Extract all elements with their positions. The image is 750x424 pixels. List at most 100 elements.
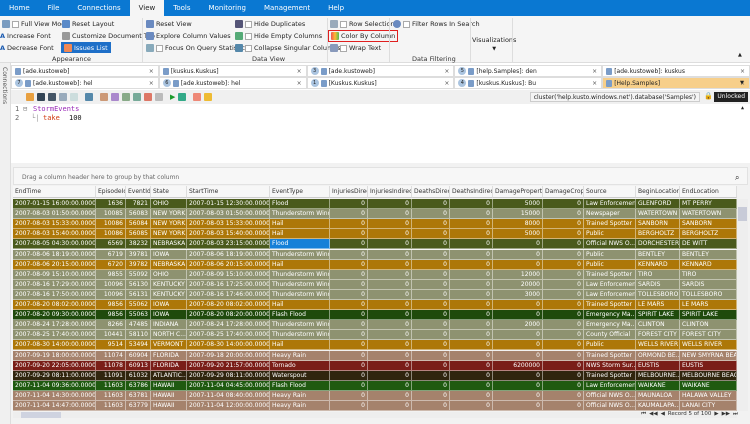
table-cell[interactable]: 0 xyxy=(450,300,493,310)
table-cell[interactable]: 0 xyxy=(412,360,450,371)
table-cell[interactable]: Trained Spotter xyxy=(584,370,636,381)
table-cell[interactable]: 56084 xyxy=(126,219,151,230)
table-cell[interactable]: 2007-08-20 08:02:00.0000000 xyxy=(13,300,96,310)
table-cell[interactable]: WAIKANE xyxy=(680,380,737,391)
table-cell[interactable]: 2007-08-16 17:29:00.0000000 xyxy=(13,279,96,290)
reset-view-button[interactable]: Reset View xyxy=(146,19,192,29)
table-cell[interactable]: DORCHESTER xyxy=(636,239,680,250)
copy-icon[interactable] xyxy=(155,93,163,101)
table-cell[interactable]: Trained Spotter xyxy=(584,219,636,230)
table-cell[interactable]: 0 xyxy=(330,320,368,331)
table-cell[interactable]: SPIRIT LAKE xyxy=(680,310,737,321)
table-cell[interactable]: SPIRIT LAKE xyxy=(636,310,680,321)
table-cell[interactable]: TOLLESBORO xyxy=(680,289,737,300)
table-cell[interactable]: 5000 xyxy=(493,199,543,209)
table-cell[interactable]: EUSTIS xyxy=(636,360,680,371)
tabs-overflow-icon[interactable]: ▼ xyxy=(740,80,744,86)
color-by-column-button[interactable]: Color By Column xyxy=(328,30,399,42)
table-cell[interactable]: WATERTOWN xyxy=(636,209,680,220)
table-cell[interactable]: Flash Flood xyxy=(270,380,330,391)
table-cell[interactable]: 0 xyxy=(450,320,493,331)
table-cell[interactable]: 2007-09-20 21:57:00.0000000 xyxy=(187,360,270,371)
table-cell[interactable]: 0 xyxy=(330,239,368,250)
table-cell[interactable]: 2007-08-25 17:40:00.0000000 xyxy=(13,330,96,341)
column-header[interactable]: DeathsIndirect xyxy=(450,186,493,198)
table-cell[interactable]: 2007-09-20 22:05:00.0000000 xyxy=(13,360,96,371)
table-cell[interactable]: FOREST CITY xyxy=(680,330,737,341)
table-cell[interactable]: 63779 xyxy=(126,401,151,411)
table-cell[interactable]: 2007-11-04 04:45:00.0000000 xyxy=(187,380,270,391)
table-cell[interactable]: 2007-08-20 08:02:00.0000000 xyxy=(187,300,270,310)
table-cell[interactable]: 2007-08-03 01:50:00.0000000 xyxy=(187,209,270,220)
table-cell[interactable]: 0 xyxy=(543,289,584,300)
table-cell[interactable]: NEW YORK xyxy=(151,209,187,220)
column-header[interactable]: InjuriesIndirect xyxy=(368,186,412,198)
table-cell[interactable]: NWS Storm Sur... xyxy=(584,360,636,371)
table-cell[interactable]: 0 xyxy=(493,239,543,250)
table-cell[interactable]: Public xyxy=(584,340,636,351)
table-cell[interactable]: 0 xyxy=(450,199,493,209)
hide-duplicates-checkbox[interactable]: Hide Duplicates xyxy=(235,19,305,29)
table-cell[interactable]: Hail xyxy=(270,219,330,230)
table-cell[interactable]: 53494 xyxy=(126,340,151,351)
table-cell[interactable]: LE MARS xyxy=(636,300,680,310)
full-view-mode-checkbox[interactable]: Full View Mode xyxy=(2,19,69,29)
format-icon[interactable] xyxy=(122,93,130,101)
filter-rows-checkbox[interactable]: Filter Rows In Search xyxy=(393,19,480,29)
document-tab[interactable]: [ade.kustoweb] × xyxy=(11,65,159,77)
table-cell[interactable]: 55062 xyxy=(126,300,151,310)
table-cell[interactable]: 3000 xyxy=(493,289,543,300)
table-cell[interactable]: 0 xyxy=(450,330,493,341)
table-cell[interactable]: 0 xyxy=(368,269,412,280)
editor-scroll-up[interactable]: ▲ xyxy=(741,105,744,111)
table-cell[interactable]: 0 xyxy=(412,370,450,381)
table-cell[interactable]: 0 xyxy=(330,199,368,209)
table-cell[interactable]: 56085 xyxy=(126,229,151,240)
table-cell[interactable]: 2007-08-03 01:50:00.0000000 xyxy=(13,209,96,220)
table-cell[interactable]: 0 xyxy=(493,330,543,341)
table-cell[interactable]: 0 xyxy=(543,350,584,361)
uncomment-icon[interactable] xyxy=(144,93,152,101)
table-cell[interactable]: DE WITT xyxy=(680,239,737,250)
table-cell[interactable]: 0 xyxy=(493,249,543,260)
column-header[interactable]: EventType xyxy=(270,186,330,198)
table-cell[interactable]: 0 xyxy=(450,401,493,411)
table-cell[interactable]: INDIANA xyxy=(151,320,187,331)
table-cell[interactable]: 0 xyxy=(543,390,584,401)
table-cell[interactable]: 0 xyxy=(412,300,450,310)
table-cell[interactable]: MELBOURNE... xyxy=(636,370,680,381)
table-cell[interactable]: 38232 xyxy=(126,239,151,250)
table-cell[interactable]: 0 xyxy=(368,289,412,300)
table-cell[interactable]: 2007-01-15 12:30:00.0000000 xyxy=(187,199,270,209)
table-cell[interactable]: Law Enforcement xyxy=(584,279,636,290)
table-cell[interactable]: 47485 xyxy=(126,320,151,331)
table-cell[interactable]: 0 xyxy=(493,390,543,401)
close-icon[interactable]: × xyxy=(297,80,302,87)
table-cell[interactable]: 0 xyxy=(330,229,368,240)
table-cell[interactable]: 11078 xyxy=(96,360,126,371)
table-cell[interactable]: 2007-11-04 08:40:00.0000000 xyxy=(187,390,270,401)
table-cell[interactable]: NEW YORK xyxy=(151,219,187,230)
table-cell[interactable]: Tornado xyxy=(270,360,330,371)
table-cell[interactable]: 0 xyxy=(412,219,450,230)
table-cell[interactable]: GLENFORD xyxy=(636,199,680,209)
redo-icon[interactable] xyxy=(70,93,78,101)
document-tab[interactable]: 3 [ade.kustoweb] × xyxy=(306,65,455,77)
table-cell[interactable]: Emergency Ma... xyxy=(584,320,636,331)
close-icon[interactable]: × xyxy=(740,68,745,75)
column-header[interactable]: DeathsDirect xyxy=(412,186,450,198)
nav-next-page-icon[interactable]: ▶▶ xyxy=(722,411,730,418)
table-cell[interactable]: 0 xyxy=(543,340,584,351)
table-cell[interactable]: 0 xyxy=(493,370,543,381)
table-cell[interactable]: 0 xyxy=(368,259,412,270)
table-cell[interactable]: EUSTIS xyxy=(680,360,737,371)
table-cell[interactable]: 0 xyxy=(543,401,584,411)
table-cell[interactable]: BERGHOLTZ xyxy=(636,229,680,240)
table-cell[interactable]: NEW YORK xyxy=(151,229,187,240)
table-cell[interactable]: 0 xyxy=(493,380,543,391)
table-cell[interactable]: 0 xyxy=(450,239,493,250)
table-cell[interactable]: 20000 xyxy=(493,279,543,290)
table-cell[interactable]: 0 xyxy=(450,279,493,290)
table-cell[interactable]: 0 xyxy=(543,219,584,230)
table-cell[interactable]: BERGHOLTZ xyxy=(680,229,737,240)
